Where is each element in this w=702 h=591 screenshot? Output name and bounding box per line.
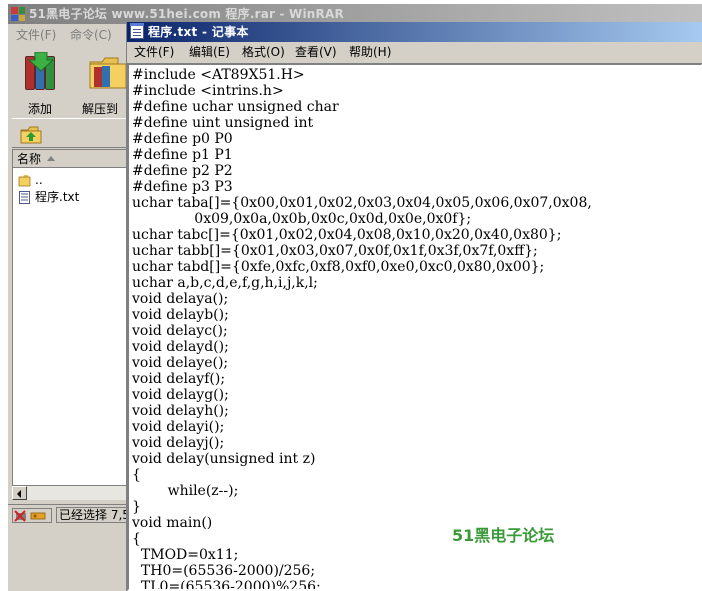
winrar-title: 51黑电子论坛 www.51hei.com 程序.rar - WinRAR <box>29 7 344 21</box>
winrar-file-list[interactable]: 名称 .. 程序.txt <box>12 149 131 494</box>
notepad-menu-bar: 文件(F) 编辑(E) 格式(O) 查看(V) 帮助(H) <box>127 42 702 63</box>
code-line: uchar a,b,c,d,e,f,g,h,i,j,k,l; <box>132 275 318 291</box>
notepad-app-icon <box>130 23 144 39</box>
code-line: #define p3 P3 <box>132 179 233 195</box>
file-name: .. <box>35 173 43 187</box>
code-line: uchar taba[]={0x00,0x01,0x02,0x03,0x04,0… <box>132 195 592 211</box>
code-line: uchar tabc[]={0x01,0x02,0x04,0x08,0x10,0… <box>132 227 562 243</box>
menu-format[interactable]: 格式(O) <box>242 42 285 63</box>
code-line: void delayd(); <box>132 339 229 355</box>
winrar-menu-commands[interactable]: 命令(C) <box>70 26 112 43</box>
code-line: #define uint unsigned int <box>132 115 314 131</box>
winrar-app-icon <box>11 7 25 21</box>
code-line: { <box>132 467 141 483</box>
file-row-txt[interactable]: 程序.txt <box>13 189 131 206</box>
menu-help[interactable]: 帮助(H) <box>349 42 391 63</box>
add-button[interactable]: 添加 <box>12 46 68 118</box>
notepad-title: 程序.txt - 记事本 <box>148 25 249 39</box>
status-icons <box>12 508 52 523</box>
code-line: void delay(unsigned int z) <box>132 451 316 467</box>
code-line: void delaye(); <box>132 355 229 371</box>
column-header-name[interactable]: 名称 <box>13 150 131 168</box>
scroll-left-icon[interactable] <box>12 486 27 500</box>
menu-view[interactable]: 查看(V) <box>295 42 337 63</box>
code-line: void delaya(); <box>132 291 229 307</box>
code-line: uchar tabd[]={0xfe,0xfc,0xf8,0xf0,0xe0,0… <box>132 259 545 275</box>
code-text: #include <AT89X51.H> #include <intrins.h>… <box>132 67 592 591</box>
notepad-title-bar[interactable]: 程序.txt - 记事本 <box>127 22 702 42</box>
code-line: 0x09,0x0a,0x0b,0x0c,0x0d,0x0e,0x0f}; <box>132 211 472 227</box>
winrar-title-bar[interactable]: 51黑电子论坛 www.51hei.com 程序.rar - WinRAR <box>8 4 702 24</box>
code-line: #define p1 P1 <box>132 147 233 163</box>
code-line: #include <AT89X51.H> <box>132 67 305 83</box>
notepad-window: 程序.txt - 记事本 文件(F) 编辑(E) 格式(O) 查看(V) 帮助(… <box>126 22 702 591</box>
code-line: void delayf(); <box>132 371 226 387</box>
add-archive-icon <box>25 52 57 96</box>
extract-to-button[interactable]: 解压到 <box>72 46 128 118</box>
winrar-status-bar: 已经选择 7,5 <box>8 504 146 524</box>
code-line: void delayc(); <box>132 323 228 339</box>
extract-to-button-label: 解压到 <box>81 102 118 116</box>
parent-folder-icon <box>18 174 31 187</box>
menu-file[interactable]: 文件(F) <box>134 42 174 63</box>
code-line: uchar tabb[]={0x01,0x03,0x07,0x0f,0x1f,0… <box>132 243 538 259</box>
code-line: void delayi(); <box>132 419 225 435</box>
winrar-menu-file[interactable]: 文件(F) <box>16 26 56 43</box>
code-line: } <box>132 499 141 515</box>
file-name: 程序.txt <box>35 190 80 204</box>
winrar-horizontal-scrollbar[interactable] <box>12 485 130 500</box>
code-line: void delayg(); <box>132 387 229 403</box>
column-header-label: 名称 <box>17 152 42 166</box>
code-line: TMOD=0x11; <box>132 547 239 563</box>
winrar-address-bar <box>12 118 130 148</box>
code-line: while(z--); <box>132 483 239 499</box>
sort-arrow-icon <box>47 156 56 161</box>
text-editor[interactable]: #include <AT89X51.H> #include <intrins.h>… <box>127 63 702 591</box>
code-line: #define uchar unsigned char <box>132 99 339 115</box>
code-line: #define p2 P2 <box>132 163 233 179</box>
code-line: TL0=(65536-2000)%256; <box>132 579 321 591</box>
extract-to-icon <box>88 56 128 90</box>
code-line: #include <intrins.h> <box>132 83 284 99</box>
file-row-parent[interactable]: .. <box>13 172 131 189</box>
watermark: 51黑电子论坛 <box>452 526 555 545</box>
code-line: #define p0 P0 <box>132 131 233 147</box>
code-line: void delayb(); <box>132 307 229 323</box>
winrar-toolbar: 添加 解压到 <box>12 46 130 118</box>
up-folder-icon[interactable] <box>20 124 42 144</box>
code-line: void delayj(); <box>132 435 225 451</box>
code-line: void delayh(); <box>132 403 229 419</box>
menu-edit[interactable]: 编辑(E) <box>189 42 230 63</box>
code-line: TH0=(65536-2000)/256; <box>132 563 316 579</box>
add-button-label: 添加 <box>27 102 52 116</box>
text-file-icon <box>18 191 31 204</box>
